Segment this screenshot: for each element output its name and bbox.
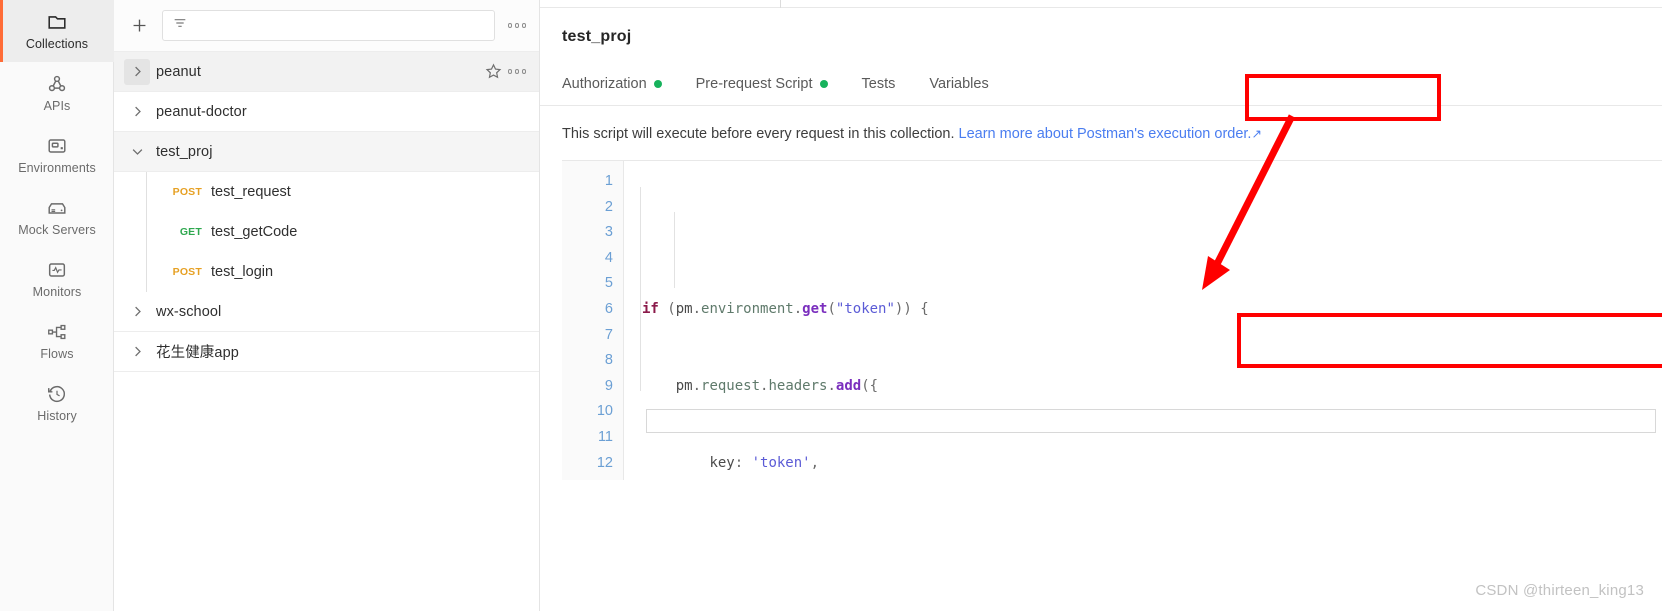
indent-guide [674,212,675,289]
status-dot-icon [653,79,662,88]
favorite-star-icon[interactable] [483,62,505,81]
watermark: CSDN @thirteen_king13 [1475,582,1644,599]
link-label: Learn more about Postman's execution ord… [958,126,1252,142]
line-number: 9 [604,377,613,394]
rail-item-mock-servers[interactable]: Mock Servers [0,186,114,248]
history-icon [46,383,68,405]
execution-order-link[interactable]: Learn more about Postman's execution ord… [959,126,1252,142]
line-number: 11 [597,428,613,445]
rail-item-history[interactable]: History [0,372,114,434]
collections-filter-input[interactable] [195,18,485,33]
collections-toolbar [114,0,539,52]
method-badge: POST [172,186,202,198]
request-item-test-login[interactable]: POST test_login [114,252,539,292]
tab-underline [781,7,1662,8]
tab-authorization[interactable]: Authorization [562,62,680,106]
line-number: 12 [596,454,613,471]
rail-label-flows: Flows [40,347,74,362]
script-description: This script will execute before every re… [540,106,1662,160]
postman-window: Collections APIs Environments Mock Serve… [0,0,1662,611]
rail-item-apis[interactable]: APIs [0,62,114,124]
request-label: test_login [211,264,274,280]
left-icon-rail: Collections APIs Environments Mock Serve… [0,0,114,611]
tree-item-peanut[interactable]: peanut [114,52,539,92]
rail-label-collections: Collections [25,37,89,52]
chevron-right-icon[interactable] [124,339,150,365]
flows-icon [46,321,68,343]
tree-item-label: wx-school [156,303,222,320]
line-number: 3 [604,224,613,241]
main-pane: test_proj Authorization Pre-request Scri… [540,0,1662,611]
collections-icon [46,11,68,33]
apis-icon [46,73,68,95]
new-collection-button[interactable] [126,13,152,39]
method-badge: POST [172,266,202,278]
external-link-icon: ↗ [1251,127,1262,141]
rail-item-flows[interactable]: Flows [0,310,114,372]
request-list: POST test_request GET test_getCode POST … [114,172,539,292]
rail-label-monitors: Monitors [32,285,82,300]
page-title: test_proj [562,28,632,45]
tab-label: Tests [861,75,896,92]
filter-icon [172,15,188,36]
rail-item-environments[interactable]: Environments [0,124,114,186]
method-badge: GET [179,226,202,238]
line-number: 6 [604,300,613,317]
rail-label-environments: Environments [18,161,96,176]
collection-tab-bar: Authorization Pre-request Script Tests V… [540,62,1662,106]
line-number: 1 [604,173,613,189]
tree-item-label: peanut [156,63,201,80]
request-label: test_getCode [211,224,298,240]
environments-icon [46,135,68,157]
request-item-test-request[interactable]: POST test_request [114,172,539,212]
tree-item-label: peanut-doctor [156,103,247,120]
chevron-down-icon[interactable] [124,139,150,165]
tab-label: Authorization [562,75,647,92]
code-editor[interactable]: 1 2 3 4 5 6 7 8 9 10 11 12 if (pm.enviro… [562,160,1662,480]
mock-servers-icon [46,197,68,219]
tab-label: Variables [929,75,989,92]
line-number-gutter: 1 2 3 4 5 6 7 8 9 10 11 12 [562,161,624,480]
rail-item-collections[interactable]: Collections [0,0,114,62]
indent-guide [640,186,641,391]
chevron-right-icon[interactable] [124,299,150,325]
rail-label-mock-servers: Mock Servers [18,223,96,238]
code-line-3: key: 'token', [709,454,820,471]
chevron-right-icon[interactable] [124,58,150,85]
line-number: 8 [604,352,613,369]
line-number: 5 [604,275,613,292]
line-number: 10 [596,403,613,420]
tree-item-huasheng-app[interactable]: 花生健康app [114,332,539,372]
status-dot-icon [819,79,828,88]
line-number: 7 [604,326,613,343]
tree-item-wx-school[interactable]: wx-school [114,292,539,332]
request-item-test-getcode[interactable]: GET test_getCode [114,212,539,252]
tab-variables[interactable]: Variables [929,62,1006,106]
collections-filter-box[interactable] [162,10,495,41]
request-label: test_request [211,184,291,200]
tree-item-label: 花生健康app [156,345,239,361]
editor-selection-box [646,409,1656,433]
monitors-icon [46,259,68,281]
tree-item-label: test_proj [156,143,213,160]
collections-panel: peanut peanut-doctor test_proj POST test… [114,0,540,611]
rail-label-history: History [37,409,77,424]
tab-label: Pre-request Script [695,75,813,92]
line-number: 4 [604,249,613,266]
line-number: 2 [604,198,613,215]
rail-item-monitors[interactable]: Monitors [0,248,114,310]
code-line-1: if (pm.environment.get("token")) { [642,300,929,317]
rail-label-apis: APIs [43,99,71,114]
tree-item-more-options-icon[interactable] [505,65,530,78]
chevron-right-icon[interactable] [124,99,150,125]
tree-item-test-proj[interactable]: test_proj [114,132,539,172]
window-tab-strip [540,0,1662,8]
description-text: This script will execute before every re… [562,126,955,142]
tab-tests[interactable]: Tests [862,62,914,106]
code-line-2: pm.request.headers.add({ [675,377,879,394]
tree-item-peanut-doctor[interactable]: peanut-doctor [114,92,539,132]
collections-more-options-icon[interactable] [505,19,530,32]
tab-pre-request-script[interactable]: Pre-request Script [696,62,846,106]
